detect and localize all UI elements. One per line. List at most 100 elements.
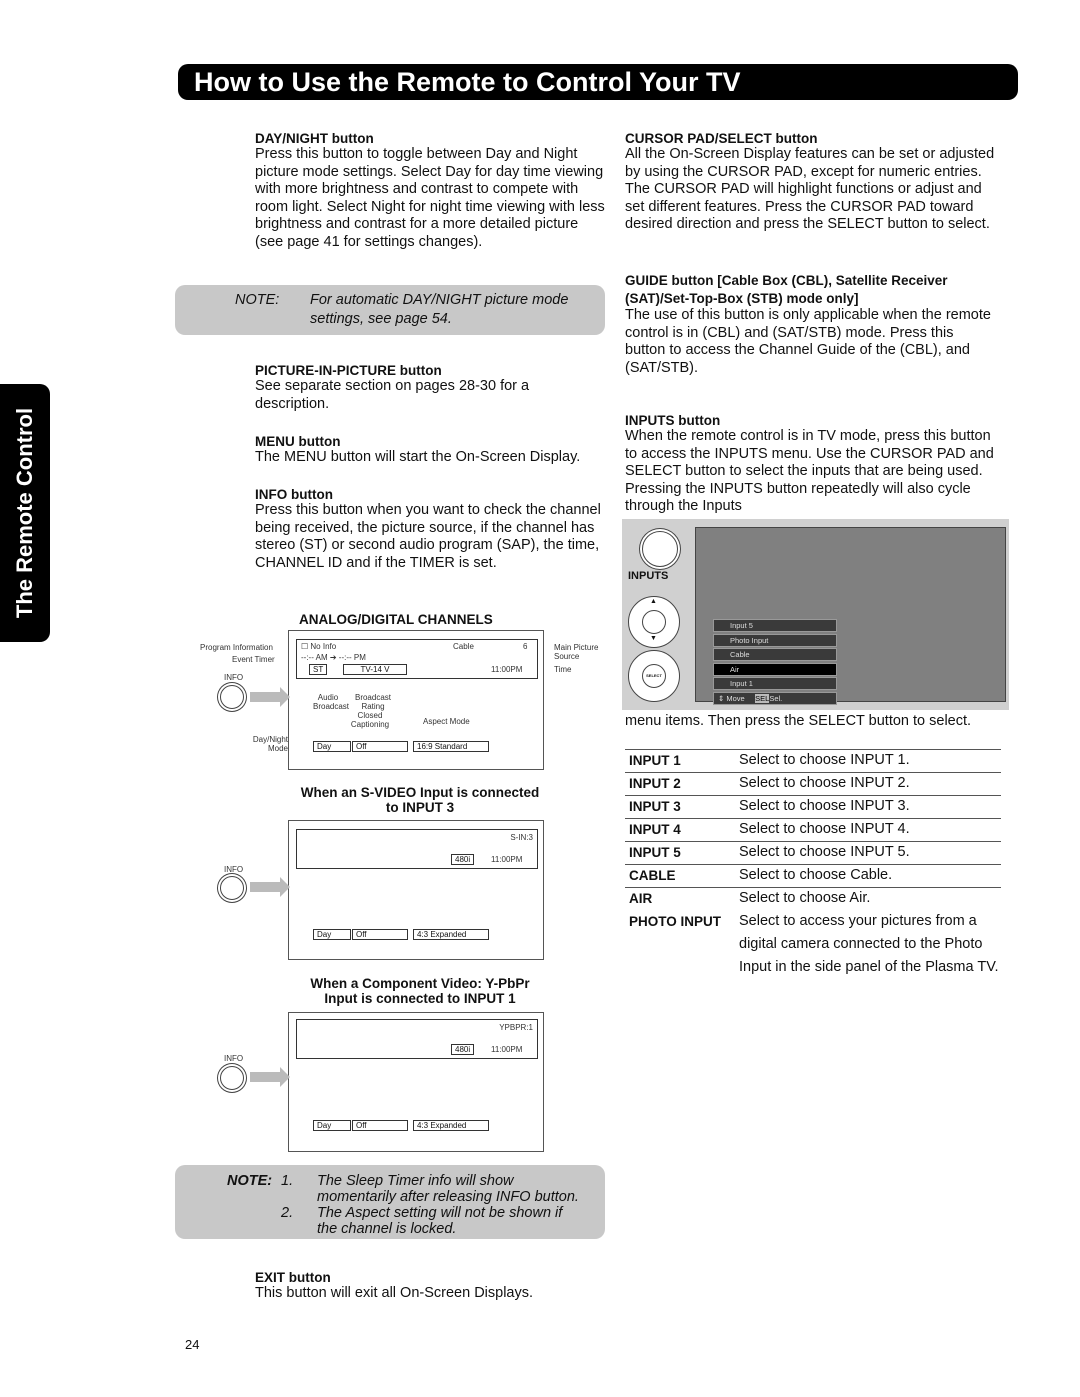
- time: 11:00PM: [491, 855, 523, 864]
- side-tab: The Remote Control: [0, 384, 50, 642]
- inputs-menu: Input 5 Photo Input Cable Air Input 1 ⇕ …: [713, 619, 837, 706]
- cursor-pad-icon: ▲ ▼: [628, 596, 680, 648]
- section-body: This button will exit all On-Screen Disp…: [255, 1285, 534, 1301]
- inputs-button-icon: [642, 531, 678, 567]
- arrow-right-icon: [250, 1067, 290, 1087]
- section-heading: MENU button: [255, 434, 341, 449]
- inputs-button-label: INPUTS: [628, 570, 669, 582]
- time-label: Time: [554, 665, 572, 674]
- section-heading: GUIDE button [Cable Box (CBL), Satellite…: [625, 273, 948, 306]
- aspect-label: Aspect Mode: [423, 717, 470, 726]
- cc-label: Closed Captioning: [350, 711, 390, 729]
- table-row: INPUT 2 Select to choose INPUT 2.: [625, 773, 1001, 796]
- inputs-diagram: INPUTS ▲ ▼ SELECT Input 5 Photo Input Ca…: [622, 519, 1009, 710]
- info-button-icon: [220, 876, 244, 900]
- aspect-box: 4:3 Expanded: [413, 1120, 489, 1131]
- row-value: Select to access your pictures from a di…: [739, 913, 999, 975]
- cc-box: Off: [352, 929, 408, 940]
- row-key: INPUT 2: [629, 776, 681, 791]
- info-label: INFO: [224, 673, 244, 682]
- row-key: PHOTO INPUT: [629, 914, 722, 929]
- page-number: 24: [185, 1337, 200, 1352]
- day-box: Day: [313, 741, 351, 752]
- info-label: INFO: [224, 1054, 244, 1063]
- note-text: For automatic DAY/NIGHT picture mode: [310, 292, 569, 308]
- note-label: NOTE:: [227, 1173, 273, 1189]
- page: How to Use the Remote to Control Your TV…: [0, 0, 1080, 1397]
- menu-footer: ⇕ Move SELSel.: [713, 691, 837, 705]
- event-timer-label: Event Timer: [232, 655, 275, 664]
- component-screen: YPBPR:1 480i 11:00PM Day Off 4:3 Expande…: [288, 1012, 544, 1152]
- svideo-screen: S-IN:3 480i 11:00PM Day Off 4:3 Expanded: [288, 820, 544, 960]
- row-value: Select to choose INPUT 5.: [739, 844, 910, 860]
- source: S-IN:3: [510, 833, 533, 842]
- note-text: settings, see page 54.: [310, 311, 452, 327]
- up-arrow-icon: ▲: [650, 598, 657, 605]
- res-box: 480i: [451, 1044, 475, 1055]
- day-box: Day: [313, 1120, 351, 1131]
- menu-item-selected[interactable]: Air: [713, 662, 837, 676]
- res-box: 480i: [451, 854, 475, 865]
- section-heading: PICTURE-IN-PICTURE button: [255, 363, 442, 378]
- pip-section: PICTURE-IN-PICTURE button See separate s…: [255, 363, 605, 413]
- row-key: INPUT 3: [629, 799, 681, 814]
- table-row: INPUT 1 Select to choose INPUT 1.: [625, 750, 1001, 773]
- info-banner: S-IN:3 480i 11:00PM: [296, 829, 538, 869]
- menu-item[interactable]: Cable: [713, 648, 837, 661]
- audio-label: Audio Broadcast: [313, 693, 350, 711]
- row-key: AIR: [629, 891, 653, 906]
- table-row: CABLE Select to choose Cable.: [625, 865, 1001, 888]
- aspect-box: 4:3 Expanded: [413, 929, 489, 940]
- info-screen: ☐ No Info Cable 6 --:-- AM ➔ --:-- PM ST…: [288, 630, 544, 770]
- move-hint: Move: [726, 693, 745, 703]
- audio-box: ST: [309, 664, 328, 675]
- section-body: All the On-Screen Display features can b…: [625, 146, 995, 233]
- row-value: Select to choose INPUT 2.: [739, 775, 910, 791]
- cc-box: Off: [352, 741, 408, 752]
- row-value: Select to choose INPUT 4.: [739, 821, 910, 837]
- main-source-label: Main Picture Source: [554, 643, 599, 661]
- inputs-body-cont: menu items. Then press the SELECT button…: [625, 713, 972, 729]
- menu-item[interactable]: Photo Input: [713, 633, 837, 647]
- cursor-section: CURSOR PAD/SELECT button All the On-Scre…: [625, 131, 1005, 234]
- menu-section: MENU button The MENU button will start t…: [255, 434, 605, 467]
- section-body: See separate section on pages 28-30 for …: [255, 378, 530, 412]
- source: Cable: [453, 642, 474, 651]
- table-row: INPUT 4 Select to choose INPUT 4.: [625, 819, 1001, 842]
- table-row: PHOTO INPUT Select to access your picture…: [625, 911, 1001, 1001]
- info-banner: ☐ No Info Cable 6 --:-- AM ➔ --:-- PM ST…: [296, 639, 538, 679]
- row-key: INPUT 1: [629, 753, 681, 768]
- rating-label: Broadcast Rating: [354, 693, 392, 711]
- row-key: INPUT 5: [629, 845, 681, 860]
- sel-key: SEL: [755, 693, 770, 703]
- info-banner: YPBPR:1 480i 11:00PM: [296, 1019, 538, 1059]
- day-box: Day: [313, 929, 351, 940]
- no-info: ☐ No Info: [301, 642, 337, 651]
- note-text: the channel is locked.: [317, 1221, 457, 1237]
- daynight-label: Day/Night Mode: [252, 735, 288, 753]
- info-button-icon: [220, 685, 244, 709]
- diagram-title-line: When a Component Video: Y-PbPr: [310, 976, 530, 991]
- page-header: How to Use the Remote to Control Your TV: [178, 64, 1018, 100]
- cursor-pad-center: [642, 610, 666, 634]
- row-value: Select to choose INPUT 3.: [739, 798, 910, 814]
- table-row: INPUT 3 Select to choose INPUT 3.: [625, 796, 1001, 819]
- aspect-box: 16:9 Standard: [413, 741, 489, 752]
- row-value: Select to choose Air.: [739, 890, 871, 906]
- guide-section: GUIDE button [Cable Box (CBL), Satellite…: [625, 272, 995, 378]
- daynight-section: DAY/NIGHT button Press this button to to…: [255, 131, 605, 252]
- info-button-icon: [220, 1066, 244, 1090]
- program-info-label: Program Information: [200, 643, 273, 652]
- note-text: The Sleep Timer info will show: [317, 1173, 514, 1189]
- note-number: 2.: [281, 1205, 294, 1221]
- section-heading: EXIT button: [255, 1270, 331, 1285]
- section-body: Press this button to toggle between Day …: [255, 146, 605, 250]
- menu-item[interactable]: Input 5: [713, 619, 837, 632]
- time: 11:00PM: [491, 665, 523, 674]
- menu-item[interactable]: Input 1: [713, 677, 837, 690]
- section-heading: DAY/NIGHT button: [255, 131, 374, 146]
- section-heading: INFO button: [255, 487, 333, 502]
- section-heading: INPUTS button: [625, 413, 721, 428]
- section-body: The MENU button will start the On-Screen…: [255, 449, 581, 465]
- section-body: Press this button when you want to check…: [255, 502, 601, 571]
